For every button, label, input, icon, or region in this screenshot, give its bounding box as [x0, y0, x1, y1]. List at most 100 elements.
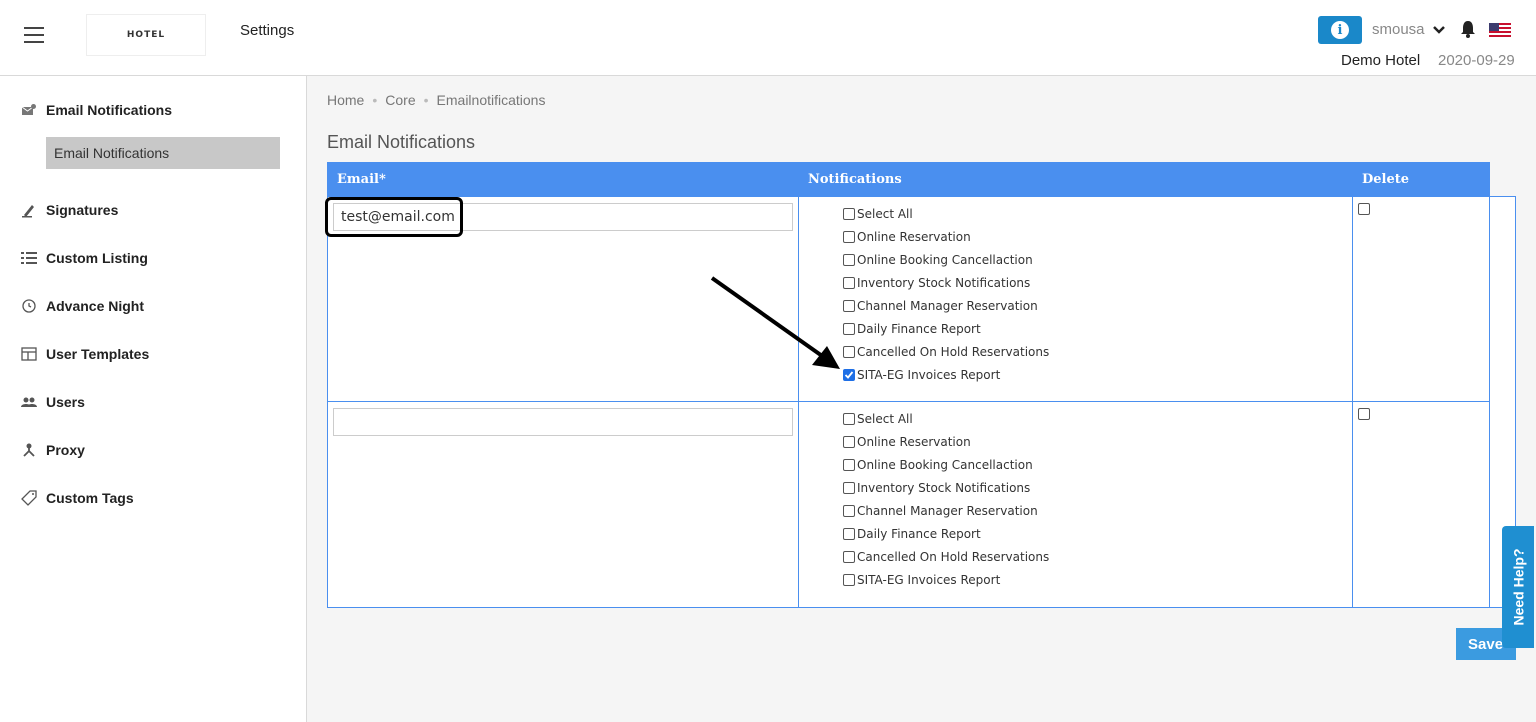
- option-label: Inventory Stock Notifications: [857, 480, 1031, 495]
- checkbox[interactable]: [843, 550, 855, 563]
- table-row: Select All Online Reservation Online Boo…: [327, 401, 1491, 608]
- sidebar-item-label: User Templates: [46, 346, 150, 362]
- breadcrumb-core[interactable]: Core: [385, 92, 415, 108]
- email-field[interactable]: [333, 408, 793, 436]
- chevron-down-icon[interactable]: [1432, 23, 1446, 37]
- email-cell: [328, 402, 799, 607]
- option-online-reservation[interactable]: Online Reservation: [843, 225, 1049, 248]
- notification-options: Select All Online Reservation Online Boo…: [843, 407, 1049, 591]
- sidebar-subitem-email-notifications[interactable]: Email Notifications: [46, 137, 280, 169]
- email-field[interactable]: [333, 203, 793, 231]
- sidebar-item-label: Custom Listing: [46, 250, 148, 266]
- checkbox[interactable]: [843, 458, 855, 471]
- option-channel-manager[interactable]: Channel Manager Reservation: [843, 294, 1049, 317]
- list-icon: [20, 250, 38, 266]
- sidebar-item-label: Users: [46, 394, 85, 410]
- delete-cell: [1353, 197, 1491, 401]
- option-sita-eg-invoices[interactable]: SITA-EG Invoices Report: [843, 363, 1049, 386]
- notifications-cell: Select All Online Reservation Online Boo…: [799, 197, 1353, 401]
- info-icon: i: [1331, 21, 1349, 39]
- template-icon: [20, 346, 38, 362]
- app-title: Settings: [240, 22, 295, 39]
- email-gear-icon: [20, 102, 38, 118]
- sidebar-item-signatures[interactable]: Signatures: [20, 202, 118, 218]
- option-label: SITA-EG Invoices Report: [857, 367, 1001, 382]
- option-daily-finance[interactable]: Daily Finance Report: [843, 522, 1049, 545]
- header-email: Email*: [337, 172, 386, 187]
- option-label: Inventory Stock Notifications: [857, 275, 1031, 290]
- night-clock-icon: [20, 298, 38, 314]
- option-inventory-stock[interactable]: Inventory Stock Notifications: [843, 271, 1049, 294]
- bell-icon[interactable]: [1460, 20, 1476, 38]
- breadcrumb-separator: •: [372, 92, 378, 108]
- option-label: Online Reservation: [857, 434, 971, 449]
- option-channel-manager[interactable]: Channel Manager Reservation: [843, 499, 1049, 522]
- business-date: 2020-09-29: [1438, 52, 1515, 69]
- option-online-reservation[interactable]: Online Reservation: [843, 430, 1049, 453]
- option-label: Online Booking Cancellaction: [857, 457, 1033, 472]
- option-label: Daily Finance Report: [857, 321, 981, 336]
- breadcrumb-home[interactable]: Home: [327, 92, 364, 108]
- option-select-all[interactable]: Select All: [843, 202, 1049, 225]
- user-name[interactable]: smousa: [1372, 21, 1425, 38]
- option-online-booking-cancellation[interactable]: Online Booking Cancellaction: [843, 453, 1049, 476]
- option-sita-eg-invoices[interactable]: SITA-EG Invoices Report: [843, 568, 1049, 591]
- option-cancelled-on-hold[interactable]: Cancelled On Hold Reservations: [843, 340, 1049, 363]
- delete-checkbox[interactable]: [1358, 203, 1370, 215]
- sidebar-item-advance-night[interactable]: Advance Night: [20, 298, 144, 314]
- checkbox[interactable]: [843, 207, 855, 220]
- sidebar-item-custom-listing[interactable]: Custom Listing: [20, 250, 148, 266]
- option-label: Online Reservation: [857, 229, 971, 244]
- sidebar-item-label: Signatures: [46, 202, 119, 218]
- option-label: Select All: [857, 411, 913, 426]
- checkbox[interactable]: [843, 504, 855, 517]
- option-label: Channel Manager Reservation: [857, 503, 1038, 518]
- checkbox[interactable]: [843, 481, 855, 494]
- hotel-logo[interactable]: HOTEL: [86, 14, 206, 56]
- settings-sidebar: Email Notifications Email Notifications …: [0, 76, 307, 722]
- option-label: Cancelled On Hold Reservations: [857, 549, 1050, 564]
- page-title: Email Notifications: [327, 132, 476, 152]
- need-help-tab[interactable]: Need Help?: [1502, 526, 1534, 648]
- breadcrumb-separator: •: [423, 92, 429, 108]
- breadcrumb-current: Emailnotifications: [436, 92, 546, 108]
- main-content: Home • Core • Emailnotifications Email N…: [307, 76, 1536, 722]
- pen-icon: [20, 202, 38, 218]
- checkbox[interactable]: [843, 527, 855, 540]
- checkbox[interactable]: [843, 412, 855, 425]
- checkbox[interactable]: [843, 230, 855, 243]
- option-label: Channel Manager Reservation: [857, 298, 1038, 313]
- header-notifications: Notifications: [808, 172, 902, 187]
- option-label: SITA-EG Invoices Report: [857, 572, 1001, 587]
- delete-cell: [1353, 402, 1491, 607]
- option-select-all[interactable]: Select All: [843, 407, 1049, 430]
- option-label: Cancelled On Hold Reservations: [857, 344, 1050, 359]
- option-label: Daily Finance Report: [857, 526, 981, 541]
- checkbox[interactable]: [843, 573, 855, 586]
- sidebar-item-label: Proxy: [46, 442, 85, 458]
- option-label: Online Booking Cancellaction: [857, 252, 1033, 267]
- notifications-cell: Select All Online Reservation Online Boo…: [799, 402, 1353, 607]
- checkbox[interactable]: [843, 253, 855, 266]
- delete-checkbox[interactable]: [1358, 408, 1370, 420]
- tag-icon: [20, 490, 38, 506]
- sidebar-item-email-notifications[interactable]: Email Notifications: [20, 102, 172, 118]
- users-icon: [20, 394, 38, 410]
- us-flag-icon[interactable]: [1489, 23, 1511, 37]
- table-row: Select All Online Reservation Online Boo…: [325, 196, 1491, 402]
- hamburger-menu-icon[interactable]: [24, 27, 44, 43]
- sidebar-item-user-templates[interactable]: User Templates: [20, 346, 149, 362]
- option-online-booking-cancellation[interactable]: Online Booking Cancellaction: [843, 248, 1049, 271]
- option-inventory-stock[interactable]: Inventory Stock Notifications: [843, 476, 1049, 499]
- table-header: Email* Notifications Delete: [327, 162, 1490, 196]
- annotation-arrow-icon: [710, 276, 840, 369]
- option-cancelled-on-hold[interactable]: Cancelled On Hold Reservations: [843, 545, 1049, 568]
- info-button[interactable]: i: [1318, 16, 1362, 44]
- breadcrumb: Home • Core • Emailnotifications: [327, 92, 545, 108]
- sidebar-item-proxy[interactable]: Proxy: [20, 442, 85, 458]
- checkbox[interactable]: [843, 435, 855, 448]
- option-daily-finance[interactable]: Daily Finance Report: [843, 317, 1049, 340]
- header-delete: Delete: [1362, 172, 1410, 187]
- sidebar-item-users[interactable]: Users: [20, 394, 85, 410]
- sidebar-item-custom-tags[interactable]: Custom Tags: [20, 490, 134, 506]
